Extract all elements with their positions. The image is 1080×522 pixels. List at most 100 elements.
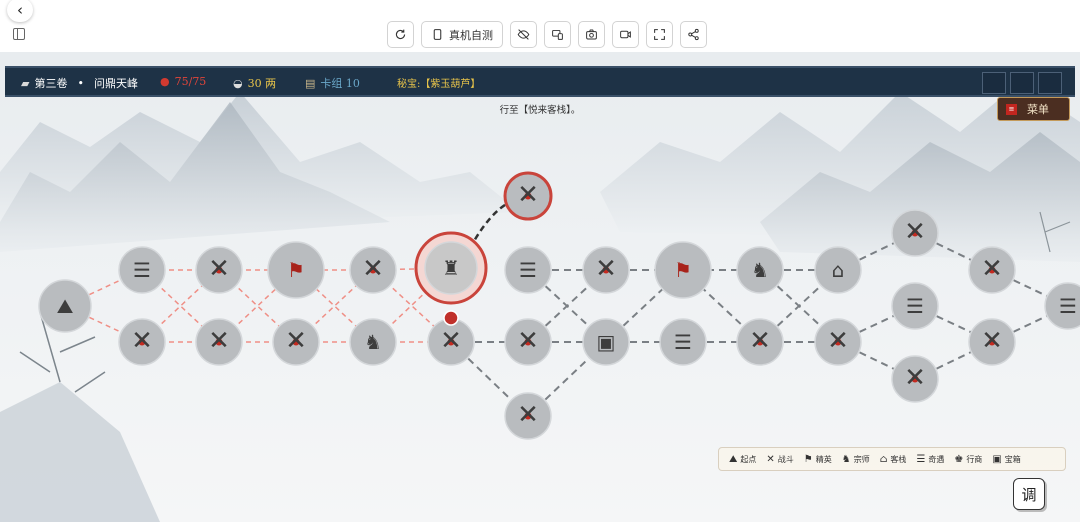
- legend-item-merchant: ♚ 行商: [954, 454, 982, 465]
- map-node-master[interactable]: ♞: [349, 318, 397, 366]
- map-node-battle[interactable]: ✕: [118, 318, 166, 366]
- battle-icon: ✕: [517, 180, 539, 210]
- share-button[interactable]: [680, 21, 707, 48]
- tune-button[interactable]: 调: [1013, 478, 1045, 510]
- map-node-battle[interactable]: ✕: [968, 318, 1016, 366]
- encounter-icon: ☰: [519, 258, 537, 282]
- preview-toolbar: 真机自测: [387, 21, 707, 48]
- legend-item-elite: ⚑ 精英: [804, 454, 832, 465]
- map-node-current[interactable]: ♜: [414, 231, 488, 305]
- master-icon: ♞: [841, 453, 851, 465]
- tune-label: 调: [1021, 485, 1037, 504]
- fullscreen-button[interactable]: [646, 21, 673, 48]
- map-node-battle[interactable]: ✕: [736, 318, 784, 366]
- map-node-encounter[interactable]: ☰: [891, 282, 939, 330]
- battle-icon: ✕: [208, 254, 230, 284]
- phone-icon: [433, 29, 442, 40]
- hide-button[interactable]: [510, 21, 537, 48]
- legend-item-battle: ✕ 战斗: [766, 454, 793, 465]
- encounter-icon: ☰: [1059, 294, 1077, 318]
- map-node-inn[interactable]: ⌂: [814, 246, 862, 294]
- map-node-battle[interactable]: ✕: [195, 318, 243, 366]
- map-node-battle[interactable]: ✕: [195, 246, 243, 294]
- map-node-battle[interactable]: ✕: [427, 318, 475, 366]
- encounter-icon: ☰: [133, 258, 151, 282]
- map-node-treasure[interactable]: ▣: [582, 318, 630, 366]
- map-node-battle[interactable]: ✕: [349, 246, 397, 294]
- inn-icon: ⌂: [832, 258, 845, 282]
- player-marker-icon: [443, 310, 459, 326]
- real-device-test-button[interactable]: 真机自测: [421, 21, 503, 48]
- map-node-encounter[interactable]: ☰: [118, 246, 166, 294]
- current-icon: ♜: [442, 256, 460, 280]
- battle-icon: ✕: [766, 453, 775, 465]
- map-node-battle[interactable]: ✕: [891, 355, 939, 403]
- map-node-master[interactable]: ♞: [736, 246, 784, 294]
- treasure-icon: ▣: [597, 330, 616, 354]
- current-path: [468, 200, 511, 249]
- legend-label: 客栈: [890, 454, 907, 464]
- legend-label: 宝箱: [1004, 454, 1021, 464]
- screenshot-button[interactable]: [578, 21, 605, 48]
- fullscreen-icon: [654, 29, 665, 40]
- merchant-icon: ♚: [954, 453, 964, 465]
- battle-icon: ✕: [904, 217, 926, 247]
- legend-item-inn: ⌂ 客栈: [880, 454, 907, 465]
- map-node-battle[interactable]: ✕: [814, 318, 862, 366]
- legend-label: 行商: [966, 454, 983, 464]
- map-node-encounter[interactable]: ☰: [1044, 282, 1080, 330]
- map-node-encounter[interactable]: ☰: [659, 318, 707, 366]
- battle-icon: ✕: [285, 326, 307, 356]
- sidebar-toggle-icon[interactable]: [13, 28, 25, 40]
- battle-icon: ✕: [904, 363, 926, 393]
- map-node-battle[interactable]: ✕: [891, 209, 939, 257]
- map-node-encounter[interactable]: ☰: [504, 246, 552, 294]
- share-icon: [688, 28, 699, 41]
- refresh-icon: [395, 29, 406, 40]
- elite-icon: ⚑: [803, 453, 813, 465]
- eye-off-icon: [517, 29, 530, 40]
- real-device-test-label: 真机自测: [449, 28, 493, 42]
- refresh-button[interactable]: [387, 21, 414, 48]
- battle-icon: ✕: [131, 326, 153, 356]
- map-node-battle[interactable]: ✕: [582, 246, 630, 294]
- camera-icon: [586, 29, 597, 40]
- video-icon: [620, 30, 631, 39]
- encounter-icon: ☰: [906, 294, 924, 318]
- treasure-icon: ▣: [992, 453, 1002, 465]
- multi-screen-button[interactable]: [544, 21, 571, 48]
- map-node-start[interactable]: ⛰: [38, 279, 92, 333]
- map-node-battle-highlighted[interactable]: ✕: [503, 171, 553, 221]
- battle-icon: ✕: [827, 326, 849, 356]
- map-node-elite[interactable]: ⚑: [267, 241, 325, 299]
- legend-item-master: ♞ 宗师: [842, 454, 870, 465]
- legend-label: 起点: [740, 454, 757, 464]
- battle-icon: ✕: [440, 326, 462, 356]
- back-button[interactable]: ‹: [7, 0, 33, 22]
- encounter-icon: ☰: [674, 330, 692, 354]
- record-button[interactable]: [612, 21, 639, 48]
- start-icon: ⛰: [57, 294, 74, 318]
- legend-label: 战斗: [777, 454, 794, 464]
- map-node-elite[interactable]: ⚑: [654, 241, 712, 299]
- legend-item-start: ⛰ 起点: [729, 454, 756, 465]
- battle-icon: ✕: [517, 400, 539, 430]
- map-node-battle[interactable]: ✕: [504, 392, 552, 440]
- battle-icon: ✕: [595, 254, 617, 284]
- elite-icon: ⚑: [674, 258, 692, 282]
- legend-label: 奇遇: [928, 454, 945, 464]
- map-node-battle[interactable]: ✕: [504, 318, 552, 366]
- battle-icon: ✕: [362, 254, 384, 284]
- battle-icon: ✕: [208, 326, 230, 356]
- master-icon: ♞: [364, 330, 382, 354]
- map-node-battle[interactable]: ✕: [272, 318, 320, 366]
- battle-icon: ✕: [749, 326, 771, 356]
- master-icon: ♞: [751, 258, 769, 282]
- battle-icon: ✕: [517, 326, 539, 356]
- inn-icon: ⌂: [879, 453, 888, 465]
- legend-item-treasure: ▣ 宝箱: [992, 454, 1020, 465]
- node-legend: ⛰ 起点 ✕ 战斗 ⚑ 精英 ♞ 宗师 ⌂ 客栈 ☰ 奇遇 ♚ 行商 ▣ 宝箱: [718, 447, 1066, 471]
- legend-label: 精英: [815, 454, 832, 464]
- map-node-battle[interactable]: ✕: [968, 246, 1016, 294]
- encounter-icon: ☰: [916, 453, 926, 465]
